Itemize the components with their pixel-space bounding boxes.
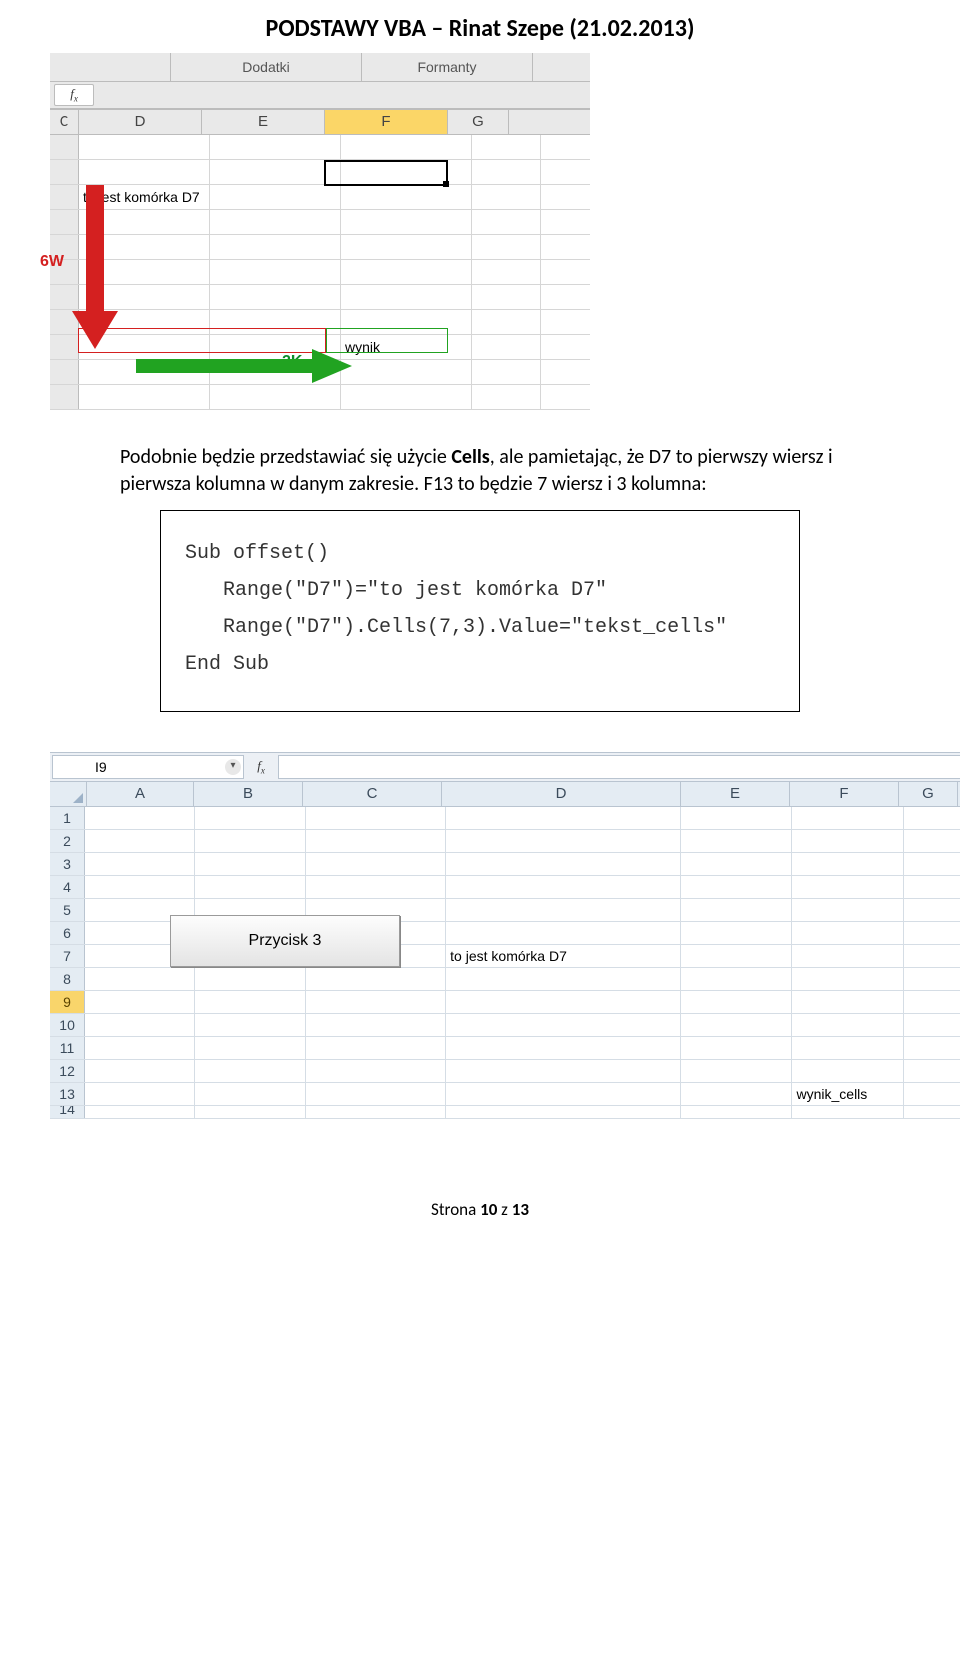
col2-f[interactable]: F xyxy=(790,782,899,806)
col2-e[interactable]: E xyxy=(681,782,790,806)
col2-d[interactable]: D xyxy=(442,782,681,806)
page-footer: Strona 10 z 13 xyxy=(60,1199,900,1220)
grid-body-2: 1 2 3 4 5 6 7 to jest komórka D7 8 9 10 1… xyxy=(50,807,960,1119)
row-num[interactable]: 1 xyxy=(50,807,85,829)
grid-body-1: to jest komórka D7 wynik 6W 2K xyxy=(50,135,590,410)
redbox-icon xyxy=(78,328,326,353)
col-c[interactable]: C xyxy=(50,110,79,134)
ribbon-bar: Dodatki Formanty xyxy=(50,53,590,82)
col-e[interactable]: E xyxy=(202,110,325,134)
label-2k: 2K xyxy=(282,353,302,371)
formula-bar-2: I9 ▾ fx xyxy=(50,752,960,782)
label-6w: 6W xyxy=(40,253,64,271)
row-num[interactable]: 5 xyxy=(50,899,85,921)
footer-pre: Strona xyxy=(431,1199,480,1220)
col-d[interactable]: D xyxy=(79,110,202,134)
fx-icon[interactable]: fx xyxy=(257,758,265,776)
para-1-bold: Cells xyxy=(451,445,489,469)
formula-input[interactable] xyxy=(278,755,960,779)
cell-f13[interactable]: wynik_cells xyxy=(792,1083,903,1105)
row-num-selected[interactable]: 9 xyxy=(50,991,85,1013)
col2-c[interactable]: C xyxy=(303,782,442,806)
col-f-selected[interactable]: F xyxy=(325,110,448,134)
footer-total: 13 xyxy=(512,1199,529,1220)
figure-1: Dodatki Formanty fx C D E F G to jest ko… xyxy=(50,53,590,410)
name-box[interactable]: I9 ▾ xyxy=(52,755,244,779)
para-1-text-pre: Podobnie będzie przedstawiać się użycie xyxy=(120,445,451,469)
row-num[interactable]: 3 xyxy=(50,853,85,875)
col2-g[interactable]: G xyxy=(899,782,958,806)
fx-icon[interactable]: fx xyxy=(54,84,94,106)
cell-d7-text[interactable]: to jest komórka D7 xyxy=(79,185,210,209)
column-headers-2: A B C D E F G xyxy=(50,782,960,807)
greenbox-icon xyxy=(326,328,448,353)
row-num[interactable]: 11 xyxy=(50,1037,85,1059)
row-num[interactable]: 8 xyxy=(50,968,85,990)
formula-bar: fx xyxy=(50,82,590,109)
name-box-value: I9 xyxy=(95,759,107,775)
row-num[interactable]: 13 xyxy=(50,1083,85,1105)
ribbon-tab-formanty[interactable]: Formanty xyxy=(362,53,533,81)
row-num[interactable]: 14 xyxy=(50,1106,85,1118)
col2-a[interactable]: A xyxy=(87,782,194,806)
code-line-4: End Sub xyxy=(185,646,775,683)
paragraph-1: Podobnie będzie przedstawiać się użycie … xyxy=(120,444,840,498)
chevron-down-icon[interactable]: ▾ xyxy=(225,759,241,775)
document-title: PODSTAWY VBA – Rinat Szepe (21.02.2013) xyxy=(60,14,900,43)
button-przycisk-3[interactable]: Przycisk 3 xyxy=(170,915,400,967)
footer-page: 10 xyxy=(480,1199,497,1220)
cell-d7[interactable]: to jest komórka D7 xyxy=(446,945,681,967)
col-g[interactable]: G xyxy=(448,110,509,134)
footer-mid: z xyxy=(497,1199,511,1220)
row-num[interactable]: 4 xyxy=(50,876,85,898)
select-all-corner[interactable] xyxy=(50,782,87,806)
column-headers: C D E F G xyxy=(50,110,590,135)
row-num[interactable]: 12 xyxy=(50,1060,85,1082)
code-box: Sub offset() Range("D7")="to jest komórk… xyxy=(160,510,800,712)
code-line-3: Range("D7").Cells(7,3).Value="tekst_cell… xyxy=(185,609,775,646)
row-num[interactable]: 10 xyxy=(50,1014,85,1036)
row-num[interactable]: 7 xyxy=(50,945,85,967)
row-num[interactable]: 6 xyxy=(50,922,85,944)
ribbon-tab-dodatki[interactable]: Dodatki xyxy=(171,53,362,81)
code-line-1: Sub offset() xyxy=(185,535,775,572)
row-num[interactable]: 2 xyxy=(50,830,85,852)
code-line-2: Range("D7")="to jest komórka D7" xyxy=(185,572,775,609)
col2-b[interactable]: B xyxy=(194,782,303,806)
figure-2: I9 ▾ fx A B C D E F G 1 2 3 4 5 6 7 to je… xyxy=(50,752,960,1119)
